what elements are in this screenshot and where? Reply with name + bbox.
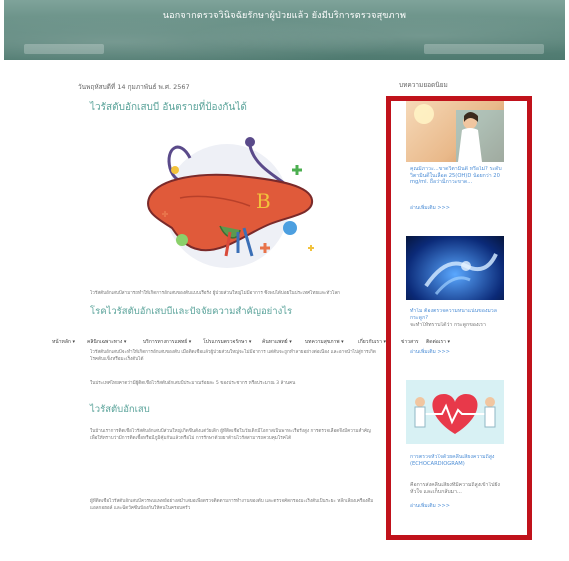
- article-date: วันพฤหัสบดีที่ 14 กุมภาพันธ์ พ.ศ. 2567: [78, 83, 190, 91]
- nav-item-clinics[interactable]: คลินิกเฉพาะทาง ▾: [87, 338, 126, 346]
- article-paragraph: ในประเทศไทยคาดว่ามีผู้ติดเชื้อไวรัสตับอั…: [90, 381, 296, 386]
- hero-banner: นอกจากตรวจวินิจฉัยรักษาผู้ป่วยแล้ว ยังมี…: [4, 0, 565, 60]
- section-title: ไวรัสตับอักเสบ: [90, 404, 150, 415]
- highlight-box: [386, 96, 532, 540]
- banner-decor: [424, 44, 544, 54]
- virus-icon: [283, 221, 297, 235]
- article-paragraph: ในบ้านเราการติดเชื้อไวรัสตับอักเสบบีส่วน…: [90, 429, 371, 441]
- virus-icon: [176, 234, 188, 246]
- sidebar-heading: บทความยอดนิยม: [399, 81, 448, 89]
- plus-icon: [292, 165, 302, 175]
- article-paragraph: ผู้ที่ติดเชื้อไวรัสตับอักเสบบีควรพบแพทย์…: [90, 499, 374, 511]
- section-title: โรคไวรัสตับอักเสบบีและปัจจัยความสำคัญอย่…: [90, 306, 293, 317]
- nav-item-medical-services[interactable]: บริการทางการแพทย์ ▾: [143, 338, 191, 346]
- article-title: ไวรัสตับอักเสบบี อันตรายที่ป้องกันได้: [90, 102, 247, 113]
- article-paragraph: ไวรัสตับอักเสบบีจะทำให้เกิดการอักเสบของต…: [90, 350, 376, 362]
- nav-item-programs[interactable]: โปรแกรมตรวจรักษา ▾: [203, 338, 251, 346]
- nav-item-about[interactable]: เกี่ยวกับเรา ▾: [358, 338, 386, 346]
- plus-icon: [308, 245, 314, 251]
- banner-decor: [24, 44, 104, 54]
- liver-illustration: B: [147, 137, 314, 268]
- hepatitis-b-letter: B: [256, 189, 271, 213]
- nav-item-health-articles[interactable]: บทความสุขภาพ ▾: [305, 338, 344, 346]
- banner-text: นอกจากตรวจวินิจฉัยรักษาผู้ป่วยแล้ว ยังมี…: [162, 11, 407, 21]
- virus-icon: [171, 166, 179, 174]
- article-intro: ไวรัสตับอักเสบบีสามารถทำให้เกิดการอักเสบ…: [90, 291, 340, 296]
- stethoscope-head-icon: [245, 137, 255, 147]
- nav-item-find-doctor[interactable]: ค้นหาแพทย์ ▾: [262, 338, 292, 346]
- nav-item-home[interactable]: หน้าหลัก ▾: [52, 338, 75, 346]
